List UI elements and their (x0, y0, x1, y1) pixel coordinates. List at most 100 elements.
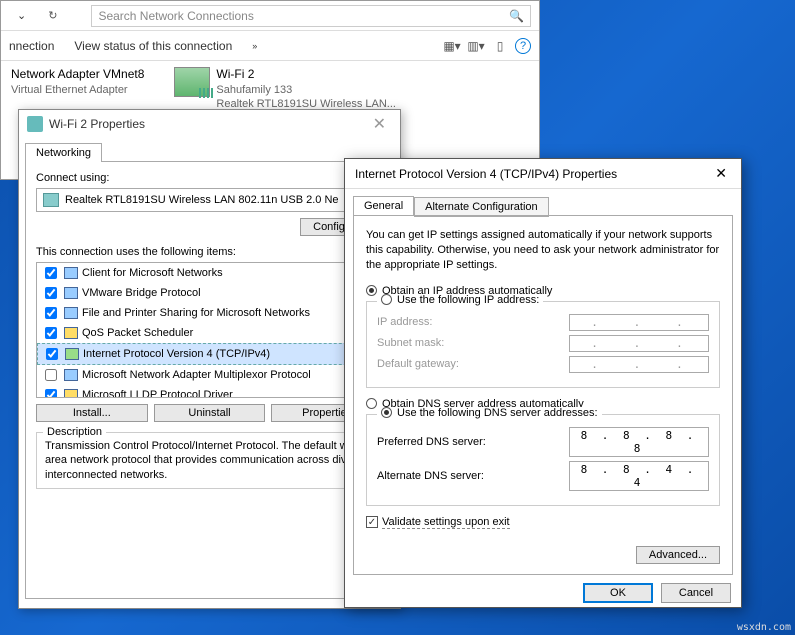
mask-input: . . . (569, 335, 709, 352)
network-icon (174, 67, 210, 97)
tab-body: You can get IP settings assigned automat… (353, 215, 733, 575)
protocol-icon (64, 307, 78, 319)
item-label: QoS Packet Scheduler (82, 327, 193, 339)
titlebar: Internet Protocol Version 4 (TCP/IPv4) P… (345, 159, 741, 189)
adapter-sub: Virtual Ethernet Adapter (11, 83, 144, 97)
radio-label: Use the following IP address: (397, 294, 539, 306)
list-item[interactable]: Client for Microsoft Networks (37, 263, 382, 283)
item-checkbox[interactable] (45, 389, 57, 398)
view-icon[interactable]: ▥▾ (467, 37, 485, 55)
window-title: Wi-Fi 2 Properties (49, 117, 145, 131)
search-placeholder: Search Network Connections (98, 9, 253, 23)
items-listbox[interactable]: Client for Microsoft Networks VMware Brid… (36, 262, 383, 398)
watermark: wsxdn.com (737, 622, 791, 633)
close-icon[interactable]: ✕ (367, 114, 392, 134)
item-checkbox[interactable] (45, 369, 57, 381)
radio-static-dns[interactable]: Use the following DNS server addresses: (377, 407, 602, 419)
item-label: Internet Protocol Version 4 (TCP/IPv4) (83, 348, 270, 360)
item-checkbox[interactable] (45, 287, 57, 299)
radio-icon (381, 407, 392, 418)
dialog-buttons: OK Cancel (345, 583, 741, 613)
list-item[interactable]: File and Printer Sharing for Microsoft N… (37, 303, 382, 323)
adapter-name: Network Adapter VMnet8 (11, 67, 144, 83)
ip-group: Use the following IP address: IP address… (366, 301, 720, 388)
description-text: Transmission Control Protocol/Internet P… (45, 439, 374, 482)
install-button[interactable]: Install... (36, 404, 148, 422)
item-label: Microsoft Network Adapter Multiplexor Pr… (82, 369, 311, 381)
window-title: Internet Protocol Version 4 (TCP/IPv4) P… (355, 167, 617, 181)
refresh-icon[interactable]: ↻ (42, 9, 63, 22)
items-label: This connection uses the following items… (36, 246, 383, 258)
item-label: File and Printer Sharing for Microsoft N… (82, 307, 310, 319)
list-item[interactable]: QoS Packet Scheduler (37, 323, 382, 343)
dns2-input[interactable]: 8 . 8 . 4 . 4 (569, 461, 709, 491)
protocol-icon (65, 348, 79, 360)
cancel-button[interactable]: Cancel (661, 583, 731, 603)
protocol-icon (64, 369, 78, 381)
tab-strip: General Alternate Configuration (345, 189, 741, 215)
wifi-icon (27, 116, 43, 132)
gw-label: Default gateway: (377, 358, 569, 370)
tab-alternate[interactable]: Alternate Configuration (414, 197, 549, 217)
radio-icon (381, 294, 392, 305)
adapter-sub: Sahufamily 133 (216, 83, 396, 97)
item-checkbox[interactable] (46, 348, 58, 360)
ok-button[interactable]: OK (583, 583, 653, 603)
item-checkbox[interactable] (45, 307, 57, 319)
cmd-view-status[interactable]: View status of this connection (74, 39, 232, 53)
adapter-name: Realtek RTL8191SU Wireless LAN 802.11n U… (65, 194, 339, 206)
help-icon[interactable]: ? (515, 38, 531, 54)
protocol-icon (64, 267, 78, 279)
checkbox-icon (366, 516, 378, 528)
connect-using-label: Connect using: (36, 172, 383, 184)
uninstall-button[interactable]: Uninstall (154, 404, 266, 422)
adapter-icon (43, 193, 59, 207)
network-adapter-item[interactable]: Network Adapter VMnet8 Virtual Ethernet … (11, 67, 144, 111)
tab-strip: Networking (19, 138, 400, 161)
dns2-label: Alternate DNS server: (377, 470, 569, 482)
advanced-button[interactable]: Advanced... (636, 546, 720, 564)
item-checkbox[interactable] (45, 267, 57, 279)
tab-general[interactable]: General (353, 196, 414, 216)
item-label: VMware Bridge Protocol (82, 287, 201, 299)
radio-icon (366, 285, 377, 296)
adapter-name: Wi-Fi 2 (216, 67, 396, 83)
radio-label: Use the following DNS server addresses: (397, 407, 598, 419)
ip-label: IP address: (377, 316, 569, 328)
adapter-box: Realtek RTL8191SU Wireless LAN 802.11n U… (36, 188, 383, 212)
close-icon[interactable]: ✕ (711, 165, 731, 182)
info-text: You can get IP settings assigned automat… (366, 228, 720, 273)
item-checkbox[interactable] (45, 327, 57, 339)
item-label: Microsoft LLDP Protocol Driver (82, 389, 233, 398)
validate-checkbox[interactable]: Validate settings upon exit (366, 516, 720, 529)
dns1-input[interactable]: 8 . 8 . 8 . 8 (569, 427, 709, 457)
chevron-down-icon[interactable]: » (252, 41, 257, 51)
dns-group: Use the following DNS server addresses: … (366, 414, 720, 506)
list-item[interactable]: Microsoft LLDP Protocol Driver (37, 385, 382, 398)
list-item[interactable]: VMware Bridge Protocol (37, 283, 382, 303)
protocol-icon (64, 287, 78, 299)
checkbox-label: Validate settings upon exit (382, 516, 510, 529)
description-title: Description (43, 426, 106, 438)
list-item[interactable]: Microsoft Network Adapter Multiplexor Pr… (37, 365, 382, 385)
search-input[interactable]: Search Network Connections 🔍 (91, 5, 531, 27)
mask-label: Subnet mask: (377, 337, 569, 349)
list-item[interactable]: Internet Protocol Version 4 (TCP/IPv4) (37, 343, 382, 365)
radio-icon (366, 398, 377, 409)
explorer-commandbar: nnection View status of this connection … (1, 31, 539, 61)
titlebar: Wi-Fi 2 Properties ✕ (19, 110, 400, 138)
protocol-icon (64, 327, 78, 339)
gw-input: . . . (569, 356, 709, 373)
radio-static-ip[interactable]: Use the following IP address: (377, 294, 543, 306)
ip-input: . . . (569, 314, 709, 331)
cmd-connection[interactable]: nnection (9, 39, 54, 53)
search-icon: 🔍 (509, 9, 524, 23)
item-label: Client for Microsoft Networks (82, 267, 223, 279)
protocol-icon (64, 389, 78, 398)
pane-icon[interactable]: ▯ (491, 37, 509, 55)
network-adapter-item[interactable]: Wi-Fi 2 Sahufamily 133 Realtek RTL8191SU… (174, 67, 396, 111)
view-icon[interactable]: ▦▾ (443, 37, 461, 55)
ipv4-properties-dialog: Internet Protocol Version 4 (TCP/IPv4) P… (344, 158, 742, 608)
chevron-down-icon[interactable]: ⌄ (9, 9, 34, 22)
tab-networking[interactable]: Networking (25, 143, 102, 162)
